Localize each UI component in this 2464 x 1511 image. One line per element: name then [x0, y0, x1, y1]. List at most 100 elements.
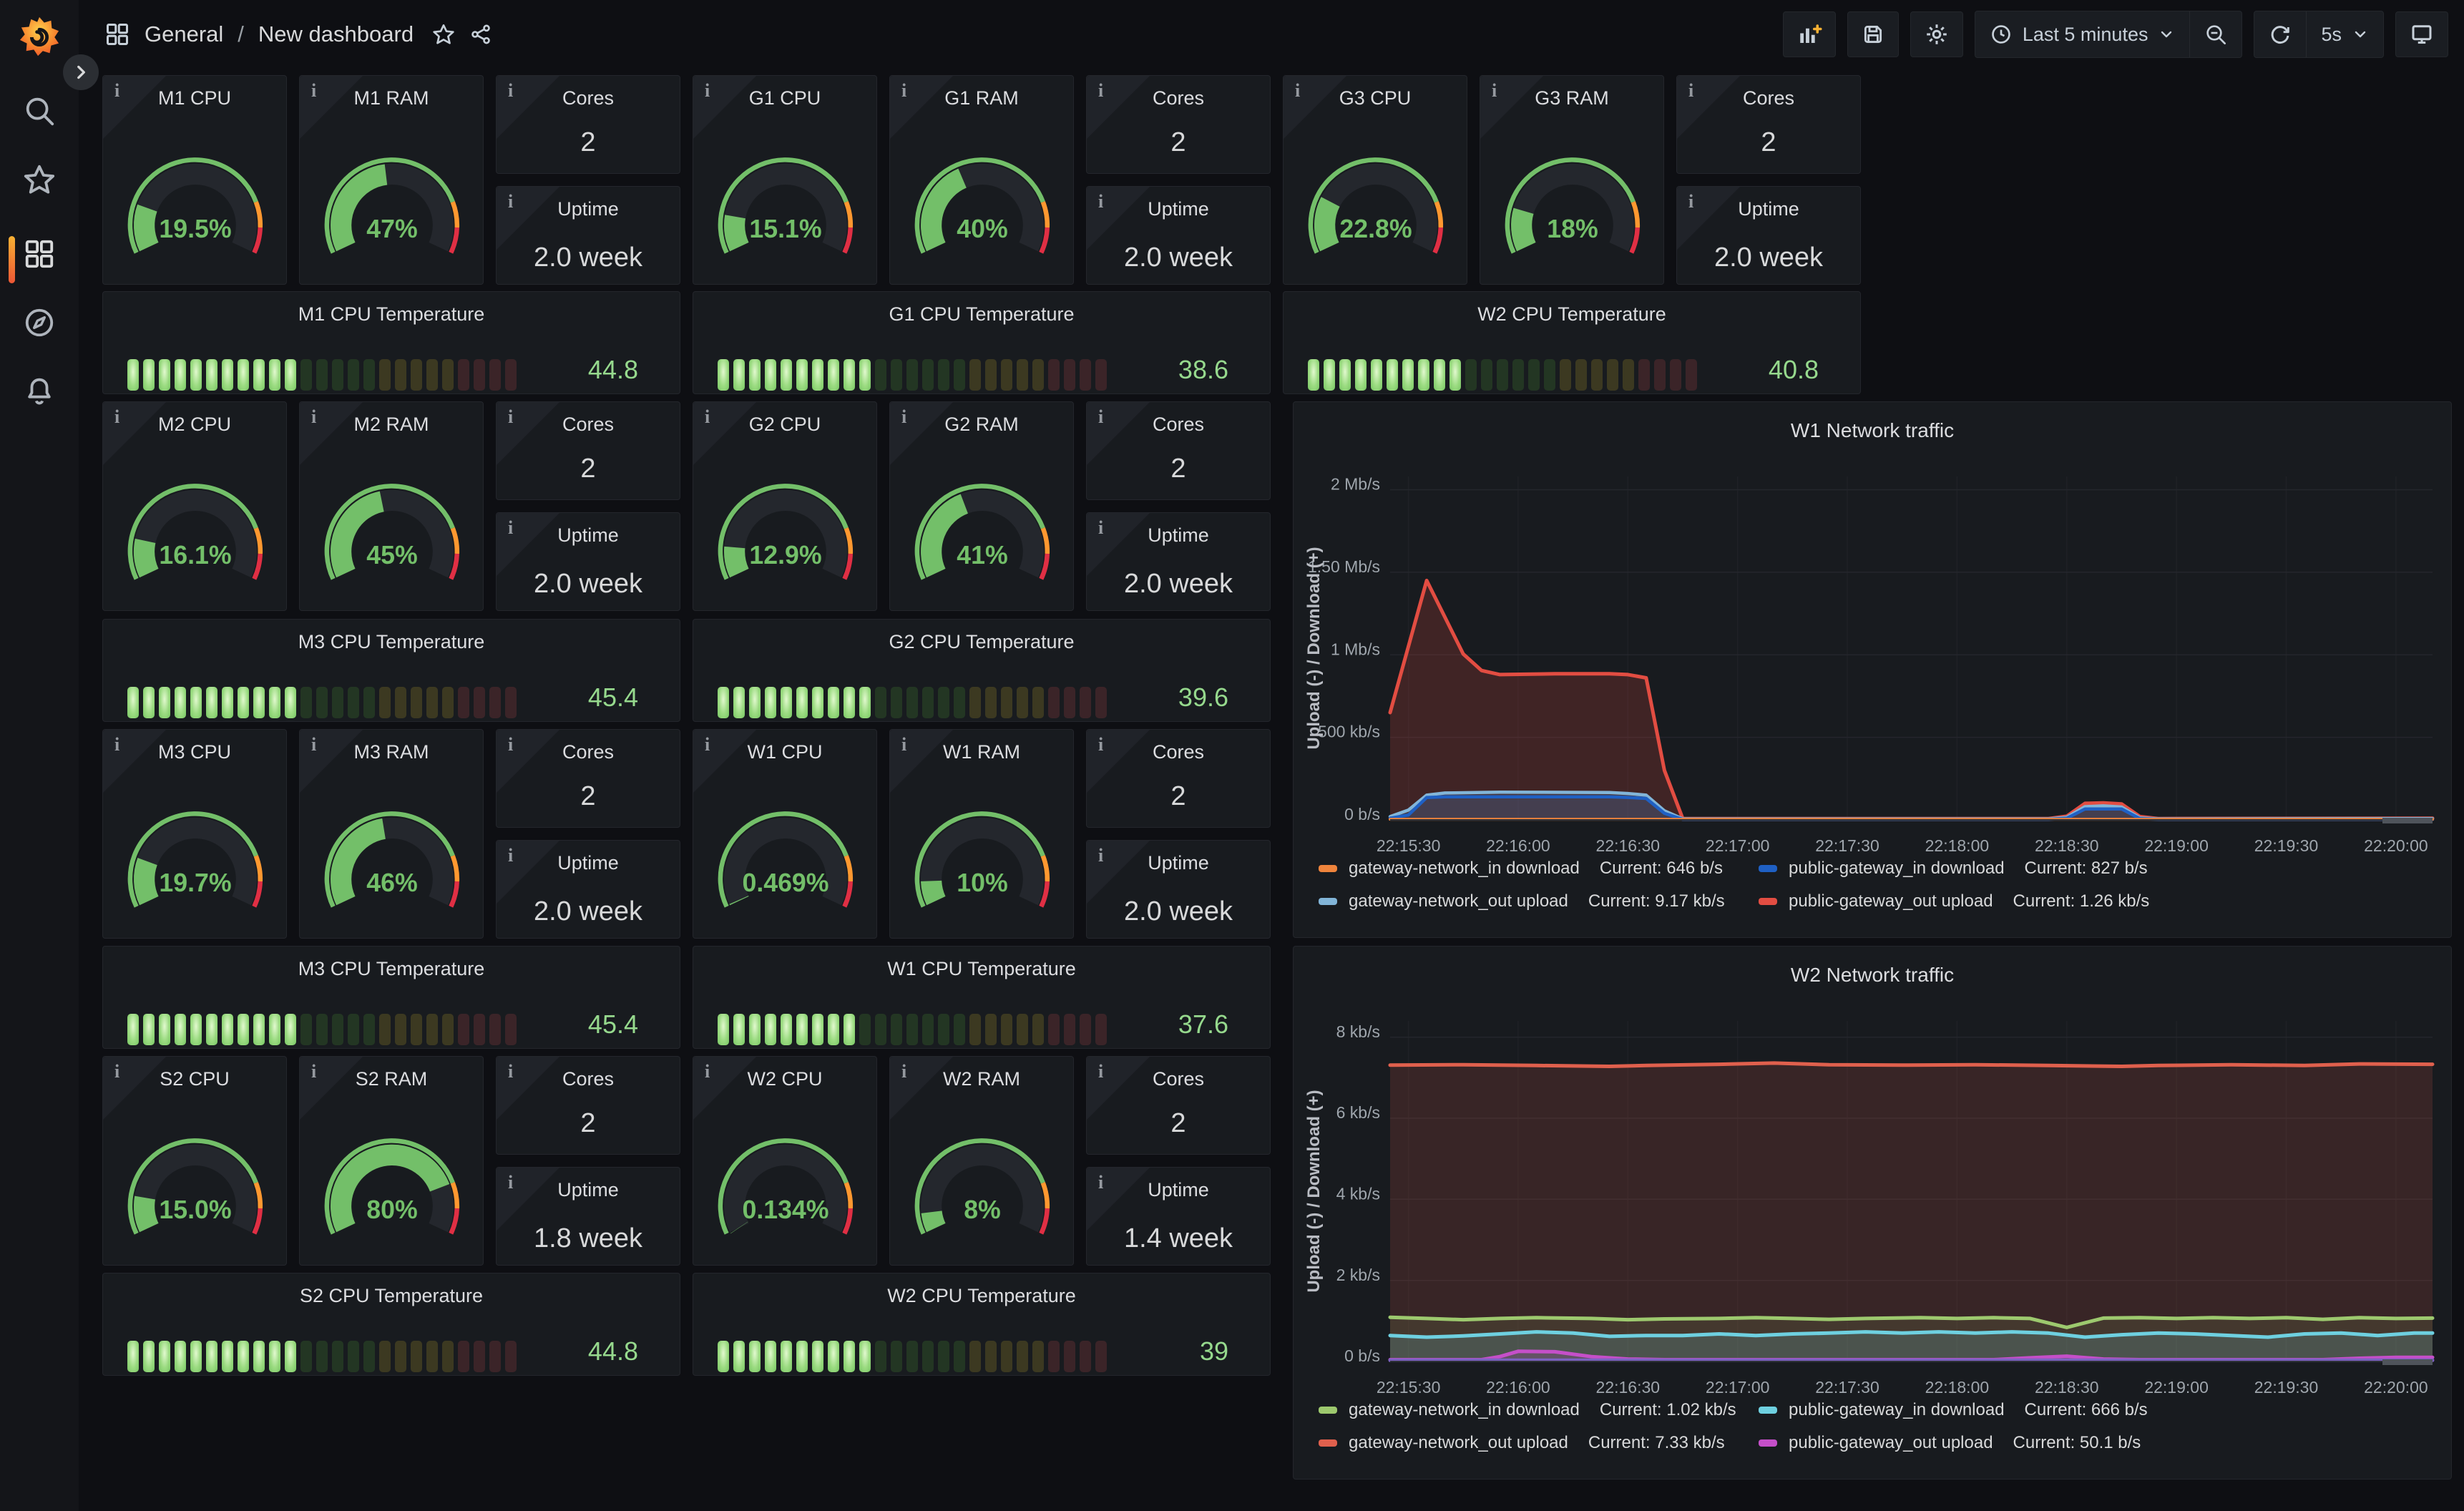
panel-uptime-stat[interactable]: iUptime2.0 week: [1086, 840, 1271, 939]
alerting-bell-icon[interactable]: [23, 375, 56, 408]
panel-temperature-bargauge[interactable]: W2 CPU Temperature39: [693, 1273, 1271, 1376]
panel-cpu-gauge[interactable]: iM1 CPU 19.5%: [102, 75, 287, 285]
panel-cpu-gauge[interactable]: iG2 CPU 12.9%: [693, 401, 877, 611]
panel-temperature-bargauge[interactable]: G1 CPU Temperature38.6: [693, 291, 1271, 394]
panel-uptime-stat[interactable]: iUptime2.0 week: [1086, 512, 1271, 611]
led-cell: [411, 359, 422, 391]
legend-series-name[interactable]: gateway-network_in download: [1349, 859, 1580, 879]
legend-swatch-icon: [1759, 898, 1777, 905]
legend-item[interactable]: gateway-network_out uploadCurrent: 7.33 …: [1319, 1433, 1725, 1453]
led-cell: [1064, 359, 1075, 391]
svg-text:22:19:30: 22:19:30: [2254, 836, 2319, 855]
panel-ram-gauge[interactable]: iG1 RAM 40%: [889, 75, 1074, 285]
panel-temperature-bargauge[interactable]: W2 CPU Temperature40.8: [1283, 291, 1861, 394]
panel-network-traffic[interactable]: W2 Network traffic22:15:3022:16:0022:16:…: [1293, 946, 2452, 1480]
panel-temperature-bargauge[interactable]: S2 CPU Temperature44.8: [102, 1273, 680, 1376]
legend-item[interactable]: public-gateway_in downloadCurrent: 666 b…: [1759, 1400, 2148, 1420]
refresh-interval-picker[interactable]: 5s: [2307, 11, 2383, 57]
star-icon[interactable]: [23, 163, 56, 196]
breadcrumb-dashboard-title[interactable]: New dashboard: [258, 21, 414, 47]
panel-cpu-gauge[interactable]: iM2 CPU 16.1%: [102, 401, 287, 611]
led-cell: [426, 359, 438, 391]
panel-ram-gauge[interactable]: iM2 RAM 45%: [299, 401, 484, 611]
legend-item[interactable]: gateway-network_in downloadCurrent: 646 …: [1319, 859, 1723, 879]
legend-series-name[interactable]: gateway-network_in download: [1349, 1400, 1580, 1420]
explore-compass-icon[interactable]: [23, 306, 56, 339]
panel-uptime-stat[interactable]: iUptime1.4 week: [1086, 1167, 1271, 1266]
cycle-view-tv-button[interactable]: [2395, 11, 2448, 57]
gauge: 0.469%: [700, 798, 871, 924]
panel-uptime-stat[interactable]: iUptime2.0 week: [1086, 186, 1271, 285]
panel-cpu-gauge[interactable]: iS2 CPU 15.0%: [102, 1056, 287, 1266]
panel-temperature-bargauge[interactable]: W1 CPU Temperature37.6: [693, 946, 1271, 1049]
legend-item[interactable]: public-gateway_out uploadCurrent: 50.1 b…: [1759, 1433, 2141, 1453]
svg-text:2 Mb/s: 2 Mb/s: [1331, 475, 1380, 494]
add-panel-button[interactable]: [1783, 11, 1836, 57]
legend-item[interactable]: public-gateway_out uploadCurrent: 1.26 k…: [1759, 891, 2149, 911]
legend-series-name[interactable]: gateway-network_out upload: [1349, 1433, 1568, 1453]
led-cell: [222, 1341, 233, 1372]
panel-cores-stat[interactable]: iCores2: [496, 729, 680, 828]
panel-cores-stat[interactable]: iCores2: [496, 75, 680, 174]
sidebar-expand-button[interactable]: [63, 54, 99, 90]
panel-cpu-gauge[interactable]: iG3 CPU 22.8%: [1283, 75, 1467, 285]
panel-temperature-bargauge[interactable]: G2 CPU Temperature39.6: [693, 619, 1271, 722]
save-dashboard-button[interactable]: [1847, 11, 1899, 57]
panel-temperature-bargauge[interactable]: M3 CPU Temperature45.4: [102, 946, 680, 1049]
panel-ram-gauge[interactable]: iS2 RAM 80%: [299, 1056, 484, 1266]
panel-cores-stat[interactable]: iCores2: [496, 401, 680, 500]
refresh-button[interactable]: [2254, 11, 2306, 57]
panel-cpu-gauge[interactable]: iM3 CPU 19.7%: [102, 729, 287, 939]
panel-cores-stat[interactable]: iCores2: [1086, 1056, 1271, 1155]
panel-ram-gauge[interactable]: iM3 RAM 46%: [299, 729, 484, 939]
dashboard-settings-button[interactable]: [1910, 11, 1963, 57]
panel-cores-stat[interactable]: iCores2: [1086, 401, 1271, 500]
legend-item[interactable]: gateway-network_in downloadCurrent: 1.02…: [1319, 1400, 1736, 1420]
panel-ram-gauge[interactable]: iM1 RAM 47%: [299, 75, 484, 285]
panel-uptime-stat[interactable]: iUptime2.0 week: [496, 186, 680, 285]
panel-cpu-gauge[interactable]: iG1 CPU 15.1%: [693, 75, 877, 285]
led-cell: [922, 1014, 934, 1045]
time-range-picker[interactable]: Last 5 minutes: [1975, 11, 2190, 57]
panel-uptime-stat[interactable]: iUptime2.0 week: [1676, 186, 1861, 285]
legend-series-name[interactable]: public-gateway_in download: [1789, 1400, 2005, 1420]
gauge: 22.8%: [1291, 145, 1461, 270]
panel-uptime-stat[interactable]: iUptime2.0 week: [496, 840, 680, 939]
panel-uptime-stat[interactable]: iUptime2.0 week: [496, 512, 680, 611]
panel-title: G1 CPU Temperature: [693, 303, 1270, 326]
legend-item[interactable]: gateway-network_out uploadCurrent: 9.17 …: [1319, 891, 1725, 911]
search-icon[interactable]: [23, 94, 56, 127]
led-cell: [733, 687, 745, 718]
legend-series-name[interactable]: public-gateway_out upload: [1789, 1433, 1993, 1453]
legend-series-name[interactable]: public-gateway_out upload: [1789, 891, 1993, 911]
legend-series-name[interactable]: public-gateway_in download: [1789, 859, 2005, 879]
panel-cpu-gauge[interactable]: iW2 CPU 0.134%: [693, 1056, 877, 1266]
panel-cpu-gauge[interactable]: iW1 CPU 0.469%: [693, 729, 877, 939]
panel-cores-stat[interactable]: iCores2: [1086, 75, 1271, 174]
share-icon[interactable]: [469, 23, 492, 46]
dashboards-icon[interactable]: [23, 238, 56, 270]
panel-uptime-stat[interactable]: iUptime1.8 week: [496, 1167, 680, 1266]
panel-temperature-bargauge[interactable]: M1 CPU Temperature44.8: [102, 291, 680, 394]
svg-text:6 kb/s: 6 kb/s: [1336, 1103, 1380, 1122]
panel-cores-stat[interactable]: iCores2: [496, 1056, 680, 1155]
panel-ram-gauge[interactable]: iG3 RAM 18%: [1480, 75, 1664, 285]
zoom-out-button[interactable]: [2190, 11, 2241, 57]
panel-cores-stat[interactable]: iCores2: [1676, 75, 1861, 174]
led-cell: [363, 359, 375, 391]
panel-cores-stat[interactable]: iCores2: [1086, 729, 1271, 828]
legend-series-name[interactable]: gateway-network_out upload: [1349, 891, 1568, 911]
star-icon[interactable]: [432, 23, 455, 46]
grafana-logo[interactable]: [19, 16, 60, 57]
panel-ram-gauge[interactable]: iG2 RAM 41%: [889, 401, 1074, 611]
led-cell: [442, 359, 454, 391]
legend-item[interactable]: public-gateway_in downloadCurrent: 827 b…: [1759, 859, 2148, 879]
breadcrumb-folder[interactable]: General: [145, 21, 223, 47]
gauge: 15.0%: [110, 1125, 280, 1251]
panel-ram-gauge[interactable]: iW2 RAM 8%: [889, 1056, 1074, 1266]
panel-network-traffic[interactable]: W1 Network traffic22:15:3022:16:0022:16:…: [1293, 401, 2452, 938]
panel-temperature-bargauge[interactable]: M3 CPU Temperature45.4: [102, 619, 680, 722]
led-cell: [300, 1014, 312, 1045]
led-cell: [891, 687, 902, 718]
panel-ram-gauge[interactable]: iW1 RAM 10%: [889, 729, 1074, 939]
